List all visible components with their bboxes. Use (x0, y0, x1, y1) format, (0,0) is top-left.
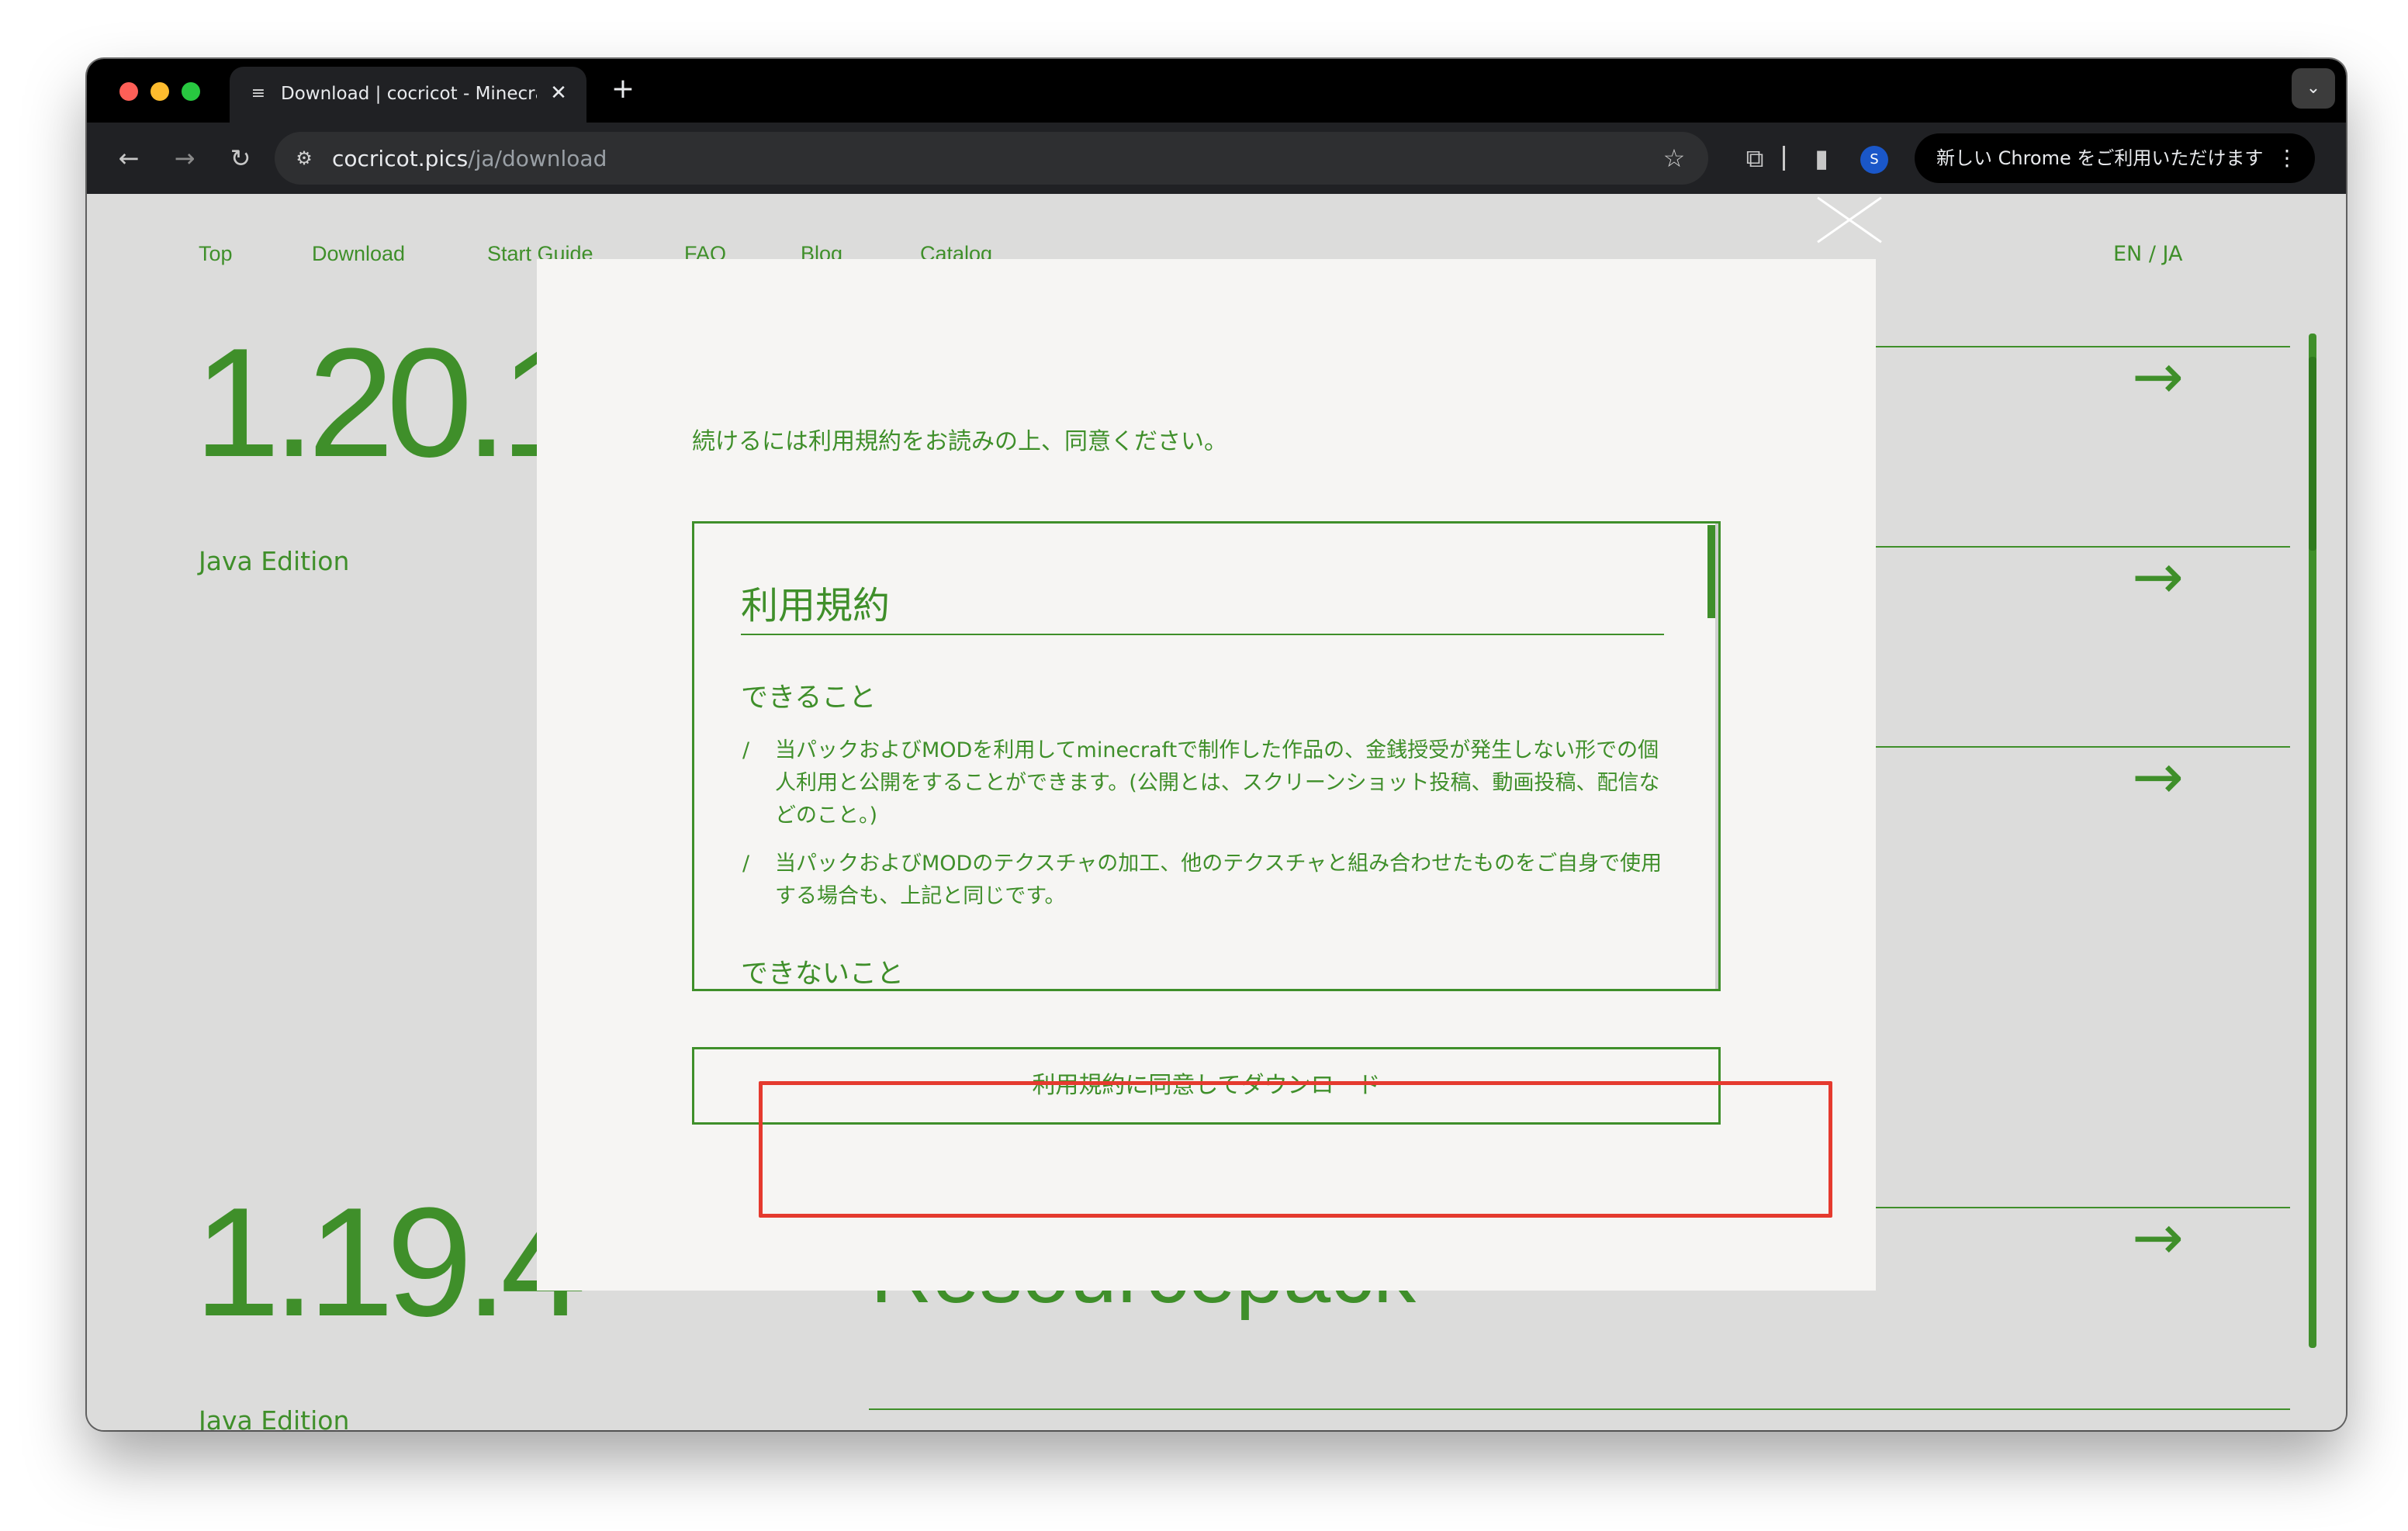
tab-strip: ≡ Download | cocricot - Minecraft ✕ + ⌄ (87, 59, 2346, 123)
arrow-right-icon[interactable]: → (2132, 546, 2184, 608)
window-minimize-button[interactable] (150, 82, 169, 101)
forward-button[interactable]: → (166, 140, 203, 177)
list-item: / 当パックおよびMODのテクスチャの加工、他のテクスチャと組み合わせたものをご… (742, 848, 1666, 913)
arrow-right-icon[interactable]: → (2132, 746, 2184, 808)
bullet-slash: / (742, 738, 750, 762)
toolbar-divider (1783, 146, 1785, 171)
browser-tab-download[interactable]: ≡ Download | cocricot - Minecraft ✕ (230, 67, 586, 123)
bullet-slash: / (742, 852, 750, 876)
nav-top[interactable]: Top (199, 242, 233, 266)
more-menu-icon[interactable]: ⋮ (2276, 133, 2298, 183)
terms-scrollbar-thumb[interactable] (1707, 525, 1715, 618)
terms-scrollbar-track[interactable] (1715, 524, 1718, 989)
row-divider (1859, 346, 2290, 347)
back-button[interactable]: ← (110, 140, 147, 177)
bookmark-star-icon[interactable]: ☆ (1657, 141, 1691, 175)
reload-button[interactable]: ↻ (222, 140, 259, 177)
window-close-button[interactable] (119, 82, 138, 101)
tab-title: Download | cocricot - Minecraft (281, 84, 537, 104)
can-heading: できること (741, 683, 877, 714)
page-scrollbar-thumb[interactable] (2309, 357, 2316, 551)
row-divider (869, 1408, 2290, 1410)
arrow-right-icon[interactable]: → (2132, 1207, 2184, 1269)
modal-close-icon[interactable] (1811, 194, 1873, 251)
nav-download[interactable]: Download (312, 242, 405, 266)
extensions-icon[interactable]: ⧉ (1736, 140, 1773, 177)
browser-window: ≡ Download | cocricot - Minecraft ✕ + ⌄ … (87, 59, 2346, 1430)
tab-search-button[interactable]: ⌄ (2292, 68, 2335, 109)
arrow-right-icon[interactable]: → (2132, 346, 2184, 408)
close-tab-icon[interactable]: ✕ (543, 78, 574, 109)
url-text[interactable]: cocricot.pics/ja/download (332, 146, 607, 171)
cannot-heading: できないこと (741, 959, 905, 990)
chrome-update-label: 新しい Chrome をご利用いただけます (1936, 147, 2264, 169)
site-info-icon[interactable]: ⚙ (289, 143, 320, 174)
window-maximize-button[interactable] (182, 82, 200, 101)
list-item-text: 当パックおよびMODを利用してminecraftで制作した作品の、金銭授受が発生… (775, 738, 1660, 828)
list-item-text: 当パックおよびMODのテクスチャの加工、他のテクスチャと組み合わせたものをご自身… (775, 852, 1662, 908)
favicon-icon: ≡ (251, 84, 266, 103)
version-number: 1.20.1 (194, 316, 586, 489)
terms-scroll-box[interactable]: 利用規約 できること / 当パックおよびMODを利用してminecraftで制作… (692, 521, 1721, 991)
new-tab-button[interactable]: + (605, 71, 641, 107)
terms-title-underline (741, 634, 1664, 635)
version-number: 1.19.4 (194, 1176, 586, 1349)
chrome-update-button[interactable]: 新しい Chrome をご利用いただけます ⋮ (1915, 133, 2315, 183)
language-switcher[interactable]: EN / JA (2113, 242, 2182, 266)
side-panel-icon[interactable]: ▮ (1803, 140, 1840, 177)
browser-toolbar: ← → ↻ ⚙ cocricot.pics/ja/download ☆ ⧉ ▮ … (87, 123, 2346, 194)
terms-title: 利用規約 (741, 584, 891, 627)
terms-prompt: 続けるには利用規約をお読みの上、同意ください。 (692, 428, 1227, 455)
version-edition: Java Edition (199, 546, 350, 576)
list-item: / 当パックおよびMODを利用してminecraftで制作した作品の、金銭授受が… (742, 734, 1666, 832)
version-edition: Java Edition (199, 1405, 350, 1430)
row-divider (1859, 546, 2290, 548)
highlight-box (759, 1081, 1832, 1218)
address-bar[interactable]: ⚙ cocricot.pics/ja/download ☆ (275, 132, 1708, 185)
page-viewport: Top Download Start Guide FAQ Blog Catalo… (87, 194, 2346, 1430)
profile-avatar[interactable]: S (1860, 146, 1888, 174)
row-divider (1859, 746, 2290, 748)
